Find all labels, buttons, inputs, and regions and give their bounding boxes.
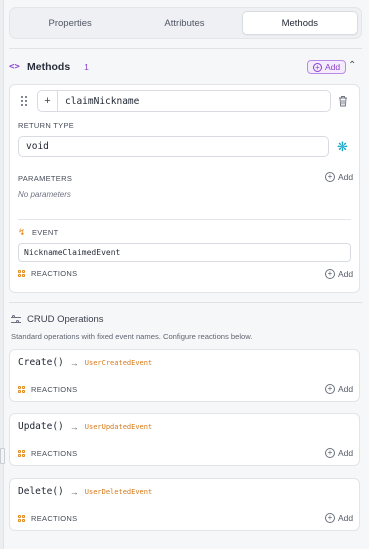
reactions-row: REACTIONS xyxy=(18,269,77,278)
reactions-row: REACTIONS xyxy=(18,514,77,523)
operation-event: UserUpdatedEvent xyxy=(84,422,153,431)
reactions-grid-icon xyxy=(18,269,26,278)
operation-name: Update() xyxy=(18,421,64,432)
operation-event: UserCreatedEvent xyxy=(84,358,153,367)
no-parameters-text: No parameters xyxy=(18,190,71,199)
tab-bar: Properties Attributes Methods xyxy=(9,7,362,39)
event-name-input[interactable] xyxy=(18,243,351,262)
tab-methods[interactable]: Methods xyxy=(241,11,358,35)
operation-event: UserDeletedEvent xyxy=(84,487,153,496)
crud-header: CRUD Operations xyxy=(11,314,104,325)
reactions-label: REACTIONS xyxy=(31,449,78,458)
plus-circle-icon: + xyxy=(325,269,335,279)
operation-name: Delete() xyxy=(18,486,64,497)
plus-circle-icon: + xyxy=(325,172,335,182)
reactions-grid-icon xyxy=(18,449,26,458)
add-reaction-label: Add xyxy=(338,448,354,458)
reactions-label: REACTIONS xyxy=(31,385,78,394)
sliders-icon xyxy=(11,315,21,324)
plus-circle-icon: + xyxy=(325,513,335,523)
reactions-grid-icon xyxy=(18,385,26,394)
left-rail xyxy=(0,0,4,549)
code-icon: <> xyxy=(9,62,20,72)
add-reaction-label: Add xyxy=(338,269,354,279)
methods-title: Methods xyxy=(27,61,71,73)
snowflake-icon[interactable]: ❋ xyxy=(337,139,348,155)
chevron-up-icon[interactable]: ⌃ xyxy=(348,60,356,71)
add-parameter-label: Add xyxy=(338,172,354,182)
return-type-label: RETURN TYPE xyxy=(18,121,75,130)
reactions-row: REACTIONS xyxy=(18,449,77,458)
divider xyxy=(9,302,362,303)
divider xyxy=(9,48,362,49)
method-name-input[interactable] xyxy=(58,91,330,111)
method-expand-button[interactable]: + xyxy=(38,91,58,111)
add-reaction-button[interactable]: + Add xyxy=(325,513,353,523)
reactions-label: REACTIONS xyxy=(31,269,78,278)
resize-handle[interactable] xyxy=(0,448,5,464)
crud-title: CRUD Operations xyxy=(27,314,104,325)
add-reaction-label: Add xyxy=(338,513,354,523)
bolt-icon: ↯ xyxy=(18,227,26,237)
trash-icon[interactable] xyxy=(338,95,348,107)
tab-attributes[interactable]: Attributes xyxy=(127,11,241,35)
reactions-label: REACTIONS xyxy=(31,514,78,523)
add-reaction-button[interactable]: + Add xyxy=(325,448,353,458)
divider xyxy=(18,219,351,220)
crud-description: Standard operations with fixed event nam… xyxy=(11,332,253,341)
add-reaction-label: Add xyxy=(338,384,354,394)
methods-panel: Properties Attributes Methods <> Methods… xyxy=(9,0,362,549)
crud-card-delete: Delete() → UserDeletedEvent REACTIONS + … xyxy=(9,478,360,531)
add-reaction-button[interactable]: + Add xyxy=(325,269,353,279)
drag-handle-icon[interactable] xyxy=(21,96,28,107)
methods-count-badge: 1 xyxy=(84,62,89,72)
reactions-row: REACTIONS xyxy=(18,385,77,394)
plus-circle-icon: + xyxy=(313,62,322,72)
crud-operation: Update() → UserUpdatedEvent xyxy=(18,421,152,432)
operation-name: Create() xyxy=(18,357,64,368)
tab-properties[interactable]: Properties xyxy=(13,11,127,35)
method-name-group: + xyxy=(37,90,331,112)
event-label: EVENT xyxy=(32,228,59,237)
parameters-label: PARAMETERS xyxy=(18,174,73,183)
add-method-button[interactable]: + Add xyxy=(307,60,347,74)
arrow-right-icon: → xyxy=(69,486,79,497)
plus-circle-icon: + xyxy=(325,448,335,458)
plus-circle-icon: + xyxy=(325,384,335,394)
arrow-right-icon: → xyxy=(69,421,79,432)
add-method-label: Add xyxy=(325,62,341,72)
add-reaction-button[interactable]: + Add xyxy=(325,384,353,394)
crud-operation: Create() → UserCreatedEvent xyxy=(18,357,152,368)
arrow-right-icon: → xyxy=(69,357,79,368)
crud-operation: Delete() → UserDeletedEvent xyxy=(18,486,152,497)
crud-card-create: Create() → UserCreatedEvent REACTIONS + … xyxy=(9,349,360,402)
method-card: + RETURN TYPE ❋ PARAMETERS + Add No para… xyxy=(9,84,360,293)
return-type-input[interactable] xyxy=(18,136,329,157)
methods-header: <> Methods 1 + Add ⌃ xyxy=(9,58,362,76)
add-parameter-button[interactable]: + Add xyxy=(325,172,353,182)
crud-card-update: Update() → UserUpdatedEvent REACTIONS + … xyxy=(9,413,360,466)
reactions-grid-icon xyxy=(18,514,26,523)
